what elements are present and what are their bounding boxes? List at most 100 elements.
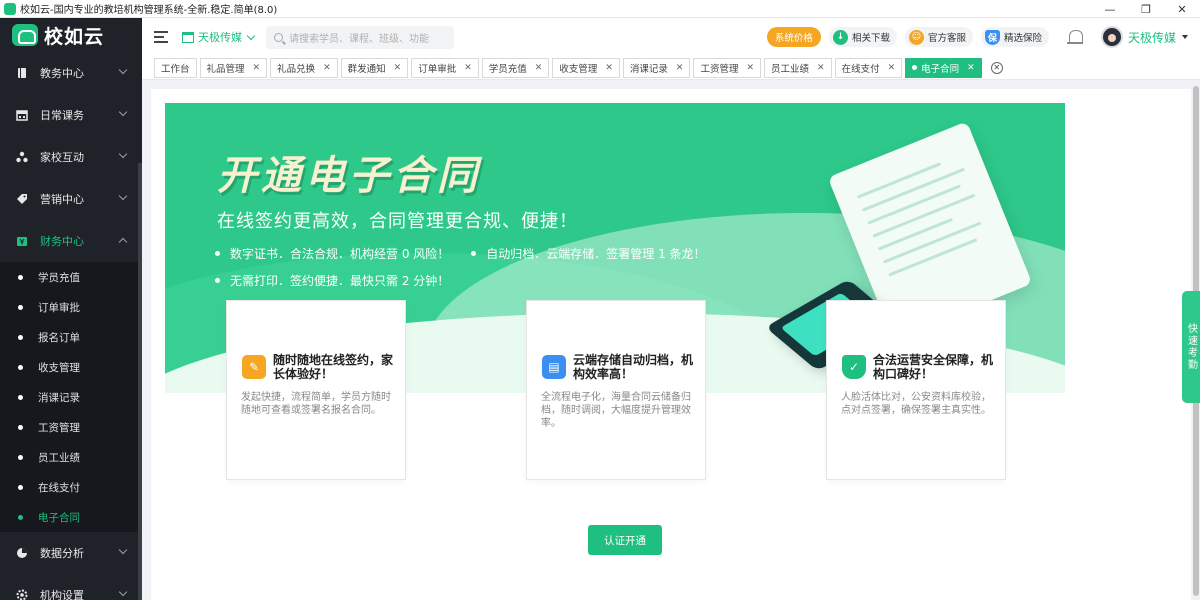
submenu-item-label: 消课记录 xyxy=(38,391,80,404)
close-icon[interactable]: ✕ xyxy=(323,63,331,73)
sidebar-item-marketing[interactable]: 营销中心 xyxy=(0,178,142,220)
tab-order-approval[interactable]: 订单审批 ✕ xyxy=(411,57,479,78)
tab-staff-performance[interactable]: 员工业绩 ✕ xyxy=(764,57,832,78)
maximize-button[interactable]: ❐ xyxy=(1128,0,1164,18)
bullet-icon xyxy=(18,364,23,370)
tab-gift-redeem[interactable]: 礼品兑换 ✕ xyxy=(270,57,338,78)
tab-workbench[interactable]: 工作台 xyxy=(154,57,197,78)
feature-title: 云端存储自动归档，机构效率高！ xyxy=(573,353,694,381)
submenu-item-staff-performance[interactable]: 员工业绩 xyxy=(0,442,142,472)
close-icon[interactable]: ✕ xyxy=(888,63,896,73)
close-icon[interactable]: ✕ xyxy=(253,63,261,73)
sidebar-item-settings[interactable]: 机构设置 xyxy=(0,574,142,600)
submenu-item-label: 订单审批 xyxy=(38,301,80,314)
tab-student-recharge[interactable]: 学员充值 ✕ xyxy=(481,57,550,78)
page-tabs: 工作台 礼品管理 ✕ 礼品兑换 ✕ 群发通知 ✕ 订单审批 ✕ 学员充值 ✕ 收支管理 ✕ … xyxy=(142,56,1200,80)
feature-card-cloud-archive: ▤ 云端存储自动归档，机构效率高！ 全流程电子化，海量合同云储备归档，随时调阅，… xyxy=(526,300,706,480)
chevron-down-icon xyxy=(118,587,128,597)
banner-title: 开通电子合同 xyxy=(217,153,481,199)
submenu-item-class-records[interactable]: 消课记录 xyxy=(0,382,142,412)
feature-desc: 发起快捷，流程简单，学员方随时随地可查看或签署名报名合同。 xyxy=(241,392,391,416)
building-icon xyxy=(182,31,194,43)
search-input[interactable]: 请搜索学员、课程、班级、功能 xyxy=(266,25,454,49)
banner-bullets-row-2: 无需打印．签约便捷．最快只需 2 分钟！ xyxy=(215,272,449,289)
top-header: 天极传媒 请搜索学员、课程、班级、功能 系统价格 ↓ 相关下载 ☺ 官方客服 保… xyxy=(142,18,1200,56)
cloud-logo-icon xyxy=(12,24,38,46)
active-dot-icon xyxy=(912,65,918,70)
close-icon[interactable]: ✕ xyxy=(464,63,472,73)
window-title: 校如云-国内专业的教培机构管理系统-全新.稳定.简单(8.0) xyxy=(20,5,278,16)
verify-activate-button[interactable]: 认证开通 xyxy=(588,525,662,555)
tab-label: 消课记录 xyxy=(629,63,668,75)
headset-icon: ☺ xyxy=(908,29,924,45)
support-button[interactable]: ☺ 官方客服 xyxy=(904,27,973,47)
tab-label: 订单审批 xyxy=(418,63,457,75)
tab-label: 工资管理 xyxy=(700,63,739,75)
bell-icon[interactable] xyxy=(1066,29,1083,45)
close-all-tabs-icon[interactable]: ✕ xyxy=(990,61,1003,74)
pencil-icon: ✎ xyxy=(242,355,266,379)
tab-broadcast[interactable]: 群发通知 ✕ xyxy=(340,57,409,78)
minimize-button[interactable]: — xyxy=(1092,0,1128,18)
sidebar-item-daily[interactable]: 日常课务 xyxy=(0,94,142,136)
close-window-button[interactable]: ✕ xyxy=(1164,0,1200,18)
sidebar-item-label: 数据分析 xyxy=(40,547,84,560)
submenu-item-enroll-orders[interactable]: 报名订单 xyxy=(0,322,142,352)
insurance-button[interactable]: 保 精选保险 xyxy=(980,27,1049,47)
tab-salary[interactable]: 工资管理 ✕ xyxy=(693,57,762,78)
chevron-down-icon xyxy=(246,31,256,40)
tab-class-records[interactable]: 消课记录 ✕ xyxy=(622,57,691,78)
avatar[interactable] xyxy=(1100,26,1123,48)
user-name[interactable]: 天极传媒 xyxy=(1128,29,1176,46)
submenu-item-online-payment[interactable]: 在线支付 xyxy=(0,472,142,502)
system-price-button[interactable]: 系统价格 xyxy=(766,27,821,47)
banner-bullet: 自动归档．云端存储．签署管理 1 条龙！ xyxy=(486,247,706,261)
bullet-icon xyxy=(215,278,220,283)
tab-online-payment[interactable]: 在线支付 ✕ xyxy=(834,57,903,78)
org-switcher[interactable]: 天极传媒 xyxy=(182,29,256,45)
close-icon[interactable]: ✕ xyxy=(535,63,543,73)
tab-label: 学员充值 xyxy=(488,63,527,75)
brand-name: 校如云 xyxy=(44,25,105,48)
quick-attendance-button[interactable]: 快速考勤 xyxy=(1182,291,1200,403)
calendar-icon xyxy=(16,109,28,121)
caret-down-icon[interactable] xyxy=(1182,35,1188,39)
submenu-item-label: 学员充值 xyxy=(38,271,80,284)
search-icon xyxy=(274,32,283,42)
submenu-item-label: 工资管理 xyxy=(38,421,80,434)
feature-card-sign-anywhere: ✎ 随时随地在线签约，家长体验好！ 发起快捷，流程简单，学员方随时随地可查看或签… xyxy=(226,300,406,480)
app-logo-icon xyxy=(4,2,16,15)
shield-icon: ✓ xyxy=(842,355,866,379)
submenu-item-label: 在线支付 xyxy=(38,481,80,494)
bullet-icon xyxy=(18,394,23,400)
close-icon[interactable]: ✕ xyxy=(967,63,975,73)
close-icon[interactable]: ✕ xyxy=(676,63,684,73)
sidebar-item-home-school[interactable]: 家校互动 xyxy=(0,136,142,178)
sidebar-item-finance[interactable]: 财务中心 xyxy=(0,220,142,262)
brand[interactable]: 校如云 xyxy=(0,18,142,52)
tab-income-expense[interactable]: 收支管理 ✕ xyxy=(552,57,620,78)
sidebar-item-analytics[interactable]: 数据分析 xyxy=(0,532,142,574)
close-icon[interactable]: ✕ xyxy=(394,63,402,73)
tab-e-contract[interactable]: 电子合同 ✕ xyxy=(905,57,982,78)
submenu-item-salary[interactable]: 工资管理 xyxy=(0,412,142,442)
submenu-item-student-recharge[interactable]: 学员充值 xyxy=(0,262,142,292)
submenu-item-income-expense[interactable]: 收支管理 xyxy=(0,352,142,382)
feature-title: 随时随地在线签约，家长体验好！ xyxy=(273,353,394,381)
bullet-icon xyxy=(18,334,23,340)
close-icon[interactable]: ✕ xyxy=(746,63,754,73)
tab-label: 员工业绩 xyxy=(771,63,810,75)
settings-icon xyxy=(16,589,28,600)
sidebar-item-academic[interactable]: 教务中心 xyxy=(0,52,142,94)
tab-gift-management[interactable]: 礼品管理 ✕ xyxy=(199,57,268,78)
tab-label: 在线支付 xyxy=(841,63,880,75)
close-icon[interactable]: ✕ xyxy=(605,63,613,73)
tab-label: 工作台 xyxy=(161,63,190,75)
downloads-button[interactable]: ↓ 相关下载 xyxy=(828,27,897,47)
submenu-item-order-approval[interactable]: 订单审批 xyxy=(0,292,142,322)
menu-toggle-icon[interactable] xyxy=(154,31,168,43)
close-icon[interactable]: ✕ xyxy=(817,63,825,73)
submenu-item-e-contract[interactable]: 电子合同 xyxy=(0,502,142,532)
chevron-down-icon xyxy=(118,191,128,201)
sidebar-item-label: 日常课务 xyxy=(40,109,84,122)
